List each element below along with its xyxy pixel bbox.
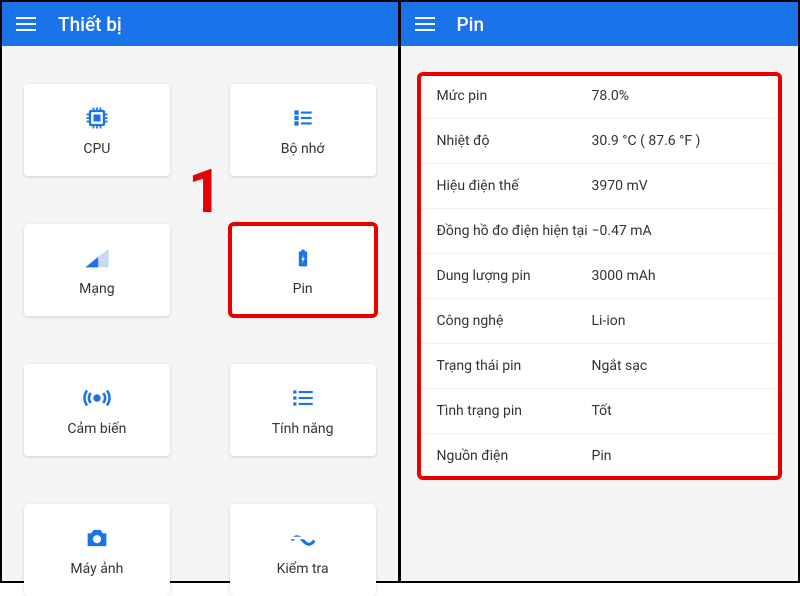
row-val: Li-ion bbox=[592, 313, 763, 329]
card-cpu[interactable]: CPU bbox=[24, 84, 170, 176]
row-val: Ngắt sạc bbox=[592, 358, 763, 374]
row-temp: Nhiệt độ30.9 °C ( 87.6 °F ) bbox=[419, 119, 781, 164]
card-sensor[interactable]: Cảm biến bbox=[24, 364, 170, 456]
row-val: 78.0% bbox=[592, 88, 763, 104]
row-val: −0.47 mA bbox=[592, 223, 763, 239]
row-val: 30.9 °C ( 87.6 °F ) bbox=[592, 133, 763, 149]
card-label: Tính năng bbox=[272, 421, 334, 437]
sensor-icon bbox=[82, 383, 112, 413]
card-label: Cảm biến bbox=[67, 421, 126, 437]
panel-battery: Pin Mức pin78.0% Nhiệt độ30.9 °C ( 87.6 … bbox=[401, 2, 799, 581]
cpu-icon bbox=[82, 103, 112, 133]
row-level: Mức pin78.0% bbox=[419, 74, 781, 119]
panel-device: Thiết bị CPU Bộ nhớ Mạng Pin bbox=[2, 2, 401, 581]
row-val: 3000 mAh bbox=[592, 268, 763, 284]
camera-icon bbox=[82, 523, 112, 553]
row-source: Nguồn điệnPin bbox=[419, 434, 781, 478]
card-label: CPU bbox=[83, 141, 110, 157]
row-capacity: Dung lượng pin3000 mAh bbox=[419, 254, 781, 299]
row-key: Tình trạng pin bbox=[437, 403, 592, 419]
row-key: Nhiệt độ bbox=[437, 133, 592, 149]
card-camera[interactable]: Máy ảnh bbox=[24, 504, 170, 596]
row-key: Nguồn điện bbox=[437, 448, 592, 464]
row-key: Đồng hồ đo điện hiện tại bbox=[437, 223, 592, 239]
battery-icon bbox=[288, 243, 318, 273]
card-label: Bộ nhớ bbox=[281, 141, 325, 157]
row-health: Tình trạng pinTốt bbox=[419, 389, 781, 434]
card-features[interactable]: Tính năng bbox=[230, 364, 376, 456]
header-left: Thiết bị bbox=[2, 2, 398, 46]
card-label: Kiểm tra bbox=[277, 561, 329, 577]
card-memory[interactable]: Bộ nhớ bbox=[230, 84, 376, 176]
title-left: Thiết bị bbox=[58, 13, 122, 36]
card-network[interactable]: Mạng bbox=[24, 224, 170, 316]
test-icon bbox=[288, 523, 318, 553]
card-label: Mạng bbox=[79, 281, 114, 297]
card-test[interactable]: Kiểm tra bbox=[230, 504, 376, 596]
menu-icon[interactable] bbox=[16, 17, 36, 31]
network-icon bbox=[82, 243, 112, 273]
row-status: Trạng thái pinNgắt sạc bbox=[419, 344, 781, 389]
device-grid: CPU Bộ nhớ Mạng Pin Cảm biến bbox=[2, 46, 398, 596]
row-val: 3970 mV bbox=[592, 178, 763, 194]
battery-details: Mức pin78.0% Nhiệt độ30.9 °C ( 87.6 °F )… bbox=[419, 74, 781, 478]
header-right: Pin bbox=[401, 2, 799, 46]
row-val: Pin bbox=[592, 448, 763, 464]
row-key: Trạng thái pin bbox=[437, 358, 592, 374]
card-label: Pin bbox=[293, 281, 313, 297]
memory-icon bbox=[288, 103, 318, 133]
features-icon bbox=[288, 383, 318, 413]
menu-icon[interactable] bbox=[415, 17, 435, 31]
row-val: Tốt bbox=[592, 403, 763, 419]
card-battery[interactable]: Pin bbox=[230, 224, 376, 316]
row-key: Công nghệ bbox=[437, 313, 592, 329]
row-tech: Công nghệLi-ion bbox=[419, 299, 781, 344]
row-key: Hiệu điện thế bbox=[437, 178, 592, 194]
row-key: Mức pin bbox=[437, 88, 592, 104]
row-current: Đồng hồ đo điện hiện tại−0.47 mA bbox=[419, 209, 781, 254]
row-key: Dung lượng pin bbox=[437, 268, 592, 284]
title-right: Pin bbox=[457, 13, 485, 36]
card-label: Máy ảnh bbox=[70, 561, 123, 577]
row-voltage: Hiệu điện thế3970 mV bbox=[419, 164, 781, 209]
